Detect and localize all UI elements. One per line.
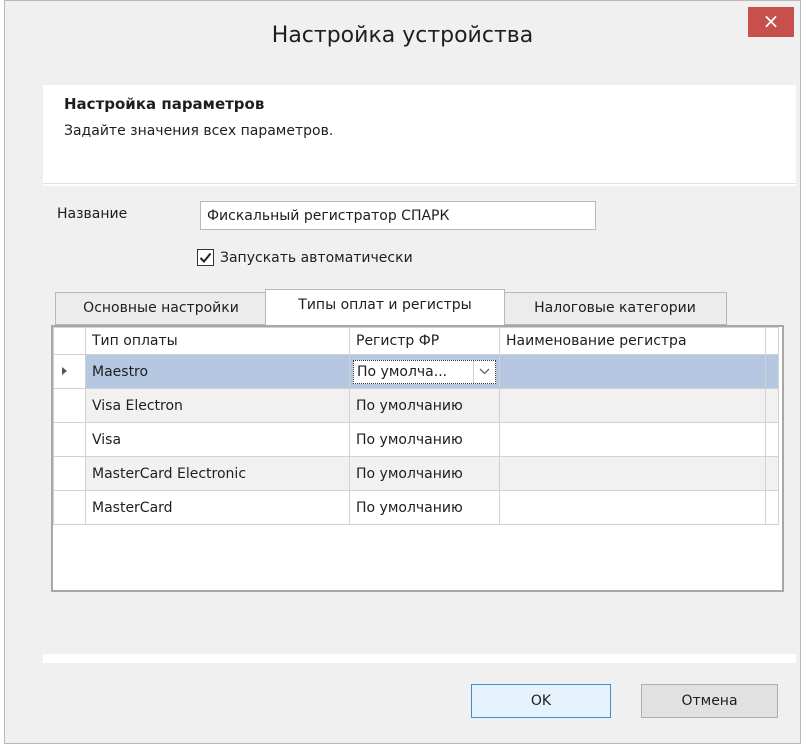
- ok-button[interactable]: OK: [471, 684, 611, 718]
- payment-type-cell[interactable]: Visa: [85, 422, 350, 457]
- name-label: Название: [57, 206, 128, 222]
- row-indicator-header: [53, 327, 86, 355]
- register-cell[interactable]: По умолчанию: [349, 388, 500, 423]
- column-header-register[interactable]: Регистр ФР: [349, 327, 500, 355]
- window-title: Настройка устройства: [271, 23, 534, 48]
- content-panel: Настройка параметров Задайте значения вс…: [43, 85, 796, 663]
- row-pointer-icon: [62, 366, 67, 375]
- filler-cell: [765, 354, 779, 389]
- payment-types-table: Тип оплаты Регистр ФР Наименование регис…: [53, 327, 779, 525]
- section-subtitle: Задайте значения всех параметров.: [64, 123, 334, 139]
- register-cell[interactable]: По умолчанию: [349, 456, 500, 491]
- table-row[interactable]: Visa По умолчанию: [53, 422, 779, 457]
- filler-cell: [765, 388, 779, 423]
- register-name-cell[interactable]: [499, 456, 766, 491]
- register-cell[interactable]: По умолча...: [349, 354, 500, 389]
- payment-type-cell[interactable]: Visa Electron: [85, 388, 350, 423]
- column-header-filler: [765, 327, 779, 355]
- row-indicator: [53, 388, 86, 423]
- row-indicator: [53, 422, 86, 457]
- cancel-button[interactable]: Отмена: [641, 684, 778, 718]
- close-icon: ×: [762, 9, 780, 33]
- autostart-label: Запускать автоматически: [220, 249, 413, 266]
- row-indicator: [53, 354, 86, 389]
- checkmark-icon: [199, 252, 212, 263]
- register-name-cell[interactable]: [499, 490, 766, 525]
- payment-type-cell[interactable]: MasterCard: [85, 490, 350, 525]
- row-indicator: [53, 490, 86, 525]
- table-row[interactable]: Maestro По умолча...: [53, 354, 779, 389]
- close-button[interactable]: ×: [748, 7, 794, 37]
- autostart-checkbox[interactable]: Запускать автоматически: [197, 249, 413, 266]
- table-row[interactable]: MasterCard Electronic По умолчанию: [53, 456, 779, 491]
- header-divider: [43, 183, 796, 184]
- payment-type-cell[interactable]: MasterCard Electronic: [85, 456, 350, 491]
- tab-tax-categories[interactable]: Налоговые категории: [503, 292, 727, 325]
- table-row[interactable]: MasterCard По умолчанию: [53, 490, 779, 525]
- filler-cell: [765, 490, 779, 525]
- register-dropdown[interactable]: По умолча...: [353, 359, 496, 384]
- register-name-cell[interactable]: [499, 388, 766, 423]
- register-dropdown-value: По умолча...: [357, 363, 448, 380]
- tab-main-settings[interactable]: Основные настройки: [55, 292, 267, 325]
- settings-area: Название Запускать автоматически Основны…: [43, 186, 796, 654]
- section-title: Настройка параметров: [64, 95, 265, 113]
- register-cell[interactable]: По умолчанию: [349, 490, 500, 525]
- filler-cell: [765, 456, 779, 491]
- register-name-cell[interactable]: [499, 422, 766, 457]
- column-header-payment-type[interactable]: Тип оплаты: [85, 327, 350, 355]
- chevron-down-icon: [479, 368, 490, 375]
- register-name-cell[interactable]: [499, 354, 766, 389]
- checkbox-box[interactable]: [197, 249, 214, 266]
- row-indicator: [53, 456, 86, 491]
- payment-types-panel: Тип оплаты Регистр ФР Наименование регис…: [51, 325, 784, 592]
- name-input[interactable]: [200, 201, 596, 230]
- column-header-register-name[interactable]: Наименование регистра: [499, 327, 766, 355]
- payment-type-cell[interactable]: Maestro: [85, 354, 350, 389]
- dropdown-arrow[interactable]: [473, 360, 495, 383]
- tab-payment-types[interactable]: Типы оплат и регистры: [265, 289, 505, 325]
- register-cell[interactable]: По умолчанию: [349, 422, 500, 457]
- table-row[interactable]: Visa Electron По умолчанию: [53, 388, 779, 423]
- dialog-window: Настройка устройства × Настройка парамет…: [4, 0, 801, 744]
- table-header-row: Тип оплаты Регистр ФР Наименование регис…: [53, 327, 779, 355]
- title-bar: Настройка устройства ×: [5, 1, 800, 84]
- filler-cell: [765, 422, 779, 457]
